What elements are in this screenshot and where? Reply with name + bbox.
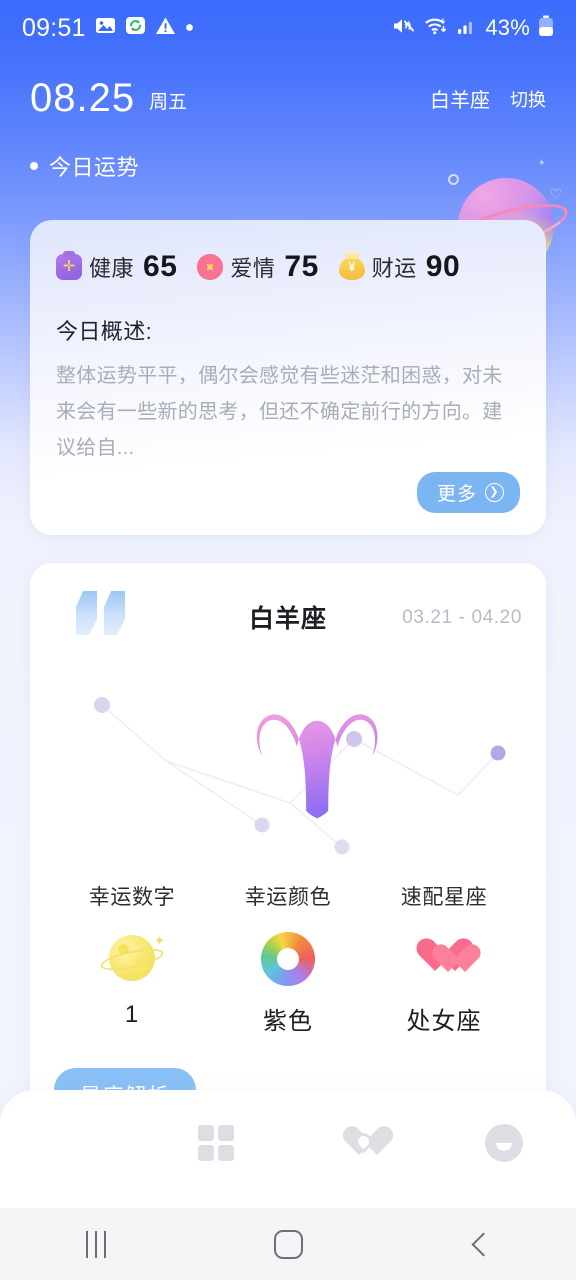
summary-text: 整体运势平平，偶尔会感觉有些迷茫和困惑，对未来会有一些新的思考，但还不确定前行的…: [56, 365, 503, 459]
zodiac-date-range: 03.21 - 04.20: [402, 607, 522, 628]
mute-icon: [392, 16, 416, 41]
score-value: 65: [143, 250, 178, 283]
today-fortune-card: 健康 65 爱情 75 财运 90 今日概述: 整体运势平平，偶尔会感觉有些迷茫…: [30, 220, 546, 535]
score-item-wealth: 财运 90: [338, 250, 461, 284]
tab-discover[interactable]: [144, 1114, 288, 1172]
more-button-label: 更多: [436, 484, 477, 505]
grid-icon: [198, 1125, 234, 1161]
score-label: 健康: [89, 256, 135, 281]
recents-icon: [86, 1230, 106, 1258]
status-bar-left: 09:51: [22, 14, 194, 43]
battery-percent: 43%: [485, 15, 530, 40]
svg-text:6: 6: [441, 18, 445, 25]
lucky-label: 幸运数字: [88, 886, 176, 909]
tab-home[interactable]: [0, 1114, 144, 1172]
app-header: ✛ ♡ ✦ 08.25 周五 白羊座 切换 今日运势: [0, 56, 576, 274]
status-bar-right: 6 43%: [392, 15, 554, 42]
flower-icon: [197, 254, 224, 280]
color-wheel-icon: [210, 927, 366, 991]
signal-icon: [457, 17, 477, 40]
profile-icon: [485, 1124, 523, 1162]
lucky-color-column: 幸运颜色 紫色: [210, 881, 366, 1036]
nav-back-button[interactable]: [384, 1208, 576, 1280]
back-icon: [470, 1231, 496, 1257]
warning-icon: [155, 16, 176, 41]
tab-profile[interactable]: [432, 1114, 576, 1172]
image-icon: [95, 15, 116, 41]
more-button[interactable]: 更多 ❯: [416, 472, 520, 513]
medical-kit-icon: [56, 251, 82, 280]
chevron-right-icon: ❯: [485, 483, 504, 502]
section-title-today-fortune: 今日运势: [30, 150, 546, 182]
header-weekday: 周五: [149, 92, 188, 113]
home-icon: [52, 1123, 92, 1163]
bullet-dot-icon: [30, 162, 38, 170]
bottom-tab-bar: [0, 1090, 576, 1208]
constellation-illustration: [54, 665, 522, 855]
header-row: 08.25 周五 白羊座 切换: [30, 78, 546, 118]
lucky-attributes-row: 幸运数字 ✦ 1 幸运颜色 紫色 速配星座 处女座: [54, 881, 522, 1036]
zodiac-info-card: 白羊座 03.21 - 04.20 幸运数字 ✦ 1 幸运颜色 紫色 速配星座 …: [30, 563, 546, 1150]
lucky-value: 紫色: [263, 1008, 313, 1035]
score-row: 健康 65 爱情 75 财运 90: [56, 250, 520, 284]
nav-home-button[interactable]: [192, 1208, 384, 1280]
summary-title: 今日概述:: [56, 319, 153, 344]
status-time: 09:51: [22, 13, 86, 42]
app-root: 09:51 6 43% ♡ ✦ 08.25 周五 白羊座 切换 今日运势 ✛ 健…: [0, 0, 576, 1208]
dot-icon: [185, 19, 194, 37]
score-value: 75: [284, 250, 319, 283]
header-date: 08.25: [30, 76, 136, 120]
aries-constellation-svg: [94, 697, 506, 855]
moon-planet-icon: ✦: [54, 927, 210, 991]
score-value: 90: [425, 250, 461, 283]
more-row: 更多 ❯: [56, 472, 520, 513]
double-heart-icon: [366, 927, 522, 991]
score-item-love: 爱情 75: [197, 250, 318, 284]
switch-sign-button[interactable]: 切换: [510, 86, 546, 112]
zodiac-card-header: 白羊座 03.21 - 04.20: [54, 589, 522, 647]
lucky-value: 处女座: [406, 1008, 482, 1035]
score-item-health: 健康 65: [56, 250, 177, 284]
current-sign-label[interactable]: 白羊座: [430, 84, 490, 113]
heart-deco-icon: ♡: [549, 186, 562, 202]
wifi-icon: 6: [424, 16, 449, 41]
lucky-value: 1: [124, 1001, 140, 1028]
sync-icon: [125, 15, 146, 41]
match-sign-column: 速配星座 处女座: [366, 881, 522, 1036]
tab-match[interactable]: [288, 1114, 432, 1172]
section-title-label: 今日运势: [49, 155, 140, 180]
score-label: 财运: [371, 256, 417, 281]
android-nav-bar: [0, 1208, 576, 1280]
lucky-label: 速配星座: [400, 886, 488, 909]
header-right: 白羊座 切换: [430, 84, 546, 113]
nav-recents-button[interactable]: [0, 1208, 192, 1280]
home-square-icon: [273, 1229, 303, 1259]
lucky-number-column: 幸运数字 ✦ 1: [54, 881, 210, 1036]
score-label: 爱情: [230, 256, 276, 281]
heart-icon: [339, 1124, 381, 1162]
battery-icon: [538, 15, 554, 42]
money-bag-icon: [338, 253, 365, 280]
status-bar: 09:51 6 43%: [0, 0, 576, 56]
lucky-label: 幸运颜色: [244, 886, 332, 909]
